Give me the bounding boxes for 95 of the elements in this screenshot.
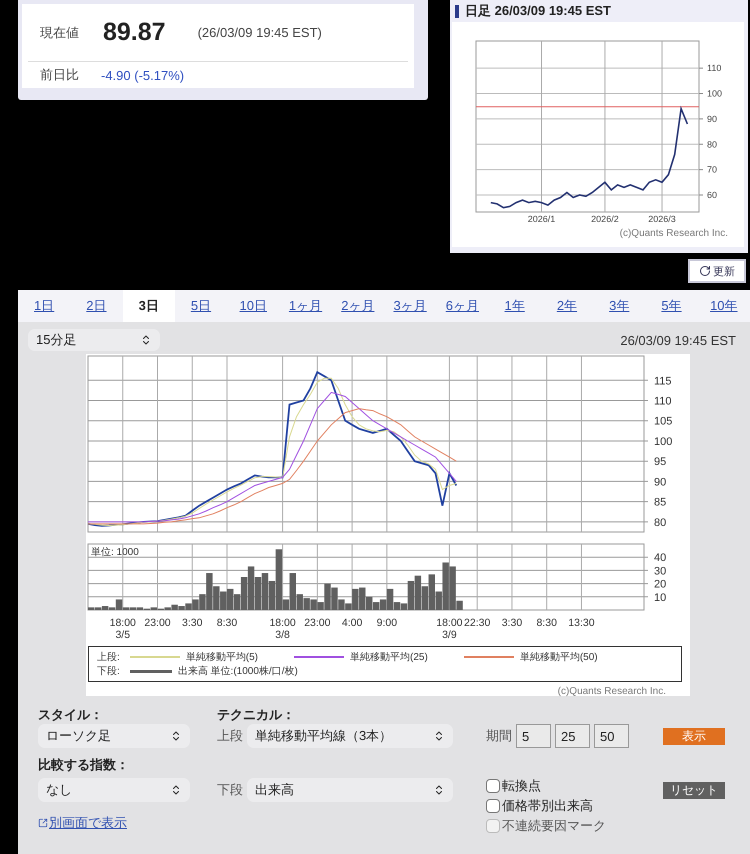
period-tab[interactable]: 2日 [70, 290, 123, 322]
lower-label: 下段 [217, 781, 243, 799]
axis-label: 105 [654, 416, 672, 428]
axis-label: 23:00 [304, 617, 330, 629]
legend-line-icon [294, 656, 344, 658]
chevron-icon [433, 730, 445, 742]
period-label: 期間 [486, 727, 512, 745]
axis-label: 40 [654, 552, 666, 564]
legend-label: 上段: [97, 650, 120, 664]
legend-text: 出来高 単位:(1000株/口/枚) [178, 664, 298, 678]
axis-label: 18:00 3/8 [269, 617, 296, 641]
current-price: 89.87 [103, 18, 166, 47]
period-input[interactable]: 25 [555, 724, 590, 748]
legend-line-icon [130, 670, 172, 672]
style-select[interactable]: ローソク足 [38, 724, 190, 748]
axis-label: 90 [707, 114, 718, 124]
period-input[interactable]: 5 [516, 724, 551, 748]
period-tab[interactable]: 2年 [540, 290, 594, 322]
chevron-icon [140, 334, 152, 346]
period-tab[interactable]: 2ヶ月 [332, 290, 384, 322]
axis-label: 95 [654, 456, 666, 468]
axis-label: 8:30 [536, 617, 557, 629]
compare-label: 比較する指数： [38, 756, 129, 774]
chevron-icon [170, 784, 182, 796]
refresh-icon [699, 265, 711, 277]
axis-label: 23:00 [144, 617, 171, 629]
period-tab[interactable]: 5日 [174, 290, 228, 322]
period-tab[interactable]: 3ヶ月 [384, 290, 436, 322]
chart-timestamp: 26/03/09 19:45 EST [620, 332, 736, 348]
axis-label: 85 [654, 496, 666, 509]
axis-label: 80 [654, 516, 666, 529]
price-timestamp: (26/03/09 19:45 EST) [198, 25, 322, 40]
legend-line-icon [130, 656, 180, 658]
axis-label: 60 [707, 190, 718, 200]
axis-label: 30 [654, 565, 666, 578]
axis-unit-label: 単位: 1000 [91, 547, 139, 558]
interval-select[interactable]: 15分足 [28, 329, 160, 351]
axis-label: 22:30 [464, 617, 490, 629]
legend-text: 単純移動平均(25) [350, 651, 428, 664]
period-tab[interactable]: 1日 [18, 290, 70, 322]
checkbox-option[interactable]: 価格帯別出来高 [486, 796, 593, 816]
period-tab[interactable]: 1ヶ月 [279, 290, 332, 322]
copyright-text: (c)Quants Research Inc. [558, 686, 666, 697]
price-change: -4.90 (-5.17%) [101, 68, 184, 82]
axis-label: 100 [654, 436, 672, 448]
legend-text: 単純移動平均(50) [520, 651, 598, 664]
period-tab[interactable]: 1年 [488, 290, 541, 322]
axis-label: 18:00 3/5 [110, 617, 136, 641]
axis-label: 13:30 [568, 617, 595, 629]
style-label: スタイル： [38, 706, 103, 724]
copyright-text: (c)Quants Research Inc. [620, 228, 728, 239]
header-marker-icon [455, 4, 459, 18]
axis-label: 2026/2 [591, 214, 619, 224]
axis-label: 110 [654, 396, 672, 408]
upper-indicator-select[interactable]: 単純移動平均線（3本） [247, 724, 453, 748]
compare-select[interactable]: なし [38, 778, 190, 802]
axis-label: 2026/3 [648, 214, 676, 224]
current-price-label: 現在値 [40, 24, 79, 42]
checkbox-option[interactable]: 転換点 [486, 776, 541, 796]
reset-button[interactable]: リセット [663, 782, 725, 798]
axis-label: 70 [707, 164, 718, 175]
window-icon [38, 818, 48, 828]
upper-label: 上段 [217, 727, 243, 745]
axis-label: 110 [707, 63, 722, 74]
lower-indicator-select[interactable]: 出来高 [247, 778, 453, 802]
axis-label: 3:30 [502, 617, 522, 629]
axis-label: 20 [654, 578, 666, 591]
axis-label: 115 [654, 375, 672, 388]
legend-label: 下段: [97, 665, 120, 678]
technical-label: テクニカル： [217, 706, 295, 724]
axis-label: 80 [707, 139, 718, 150]
axis-label: 10 [654, 592, 666, 604]
popup-link[interactable]: 別画面で表示 [38, 814, 127, 832]
axis-label: 100 [707, 88, 722, 99]
period-tab[interactable]: 6ヶ月 [436, 290, 489, 322]
axis-label: 8:30 [216, 617, 238, 629]
legend-text: 単純移動平均(5) [186, 651, 258, 664]
period-tab[interactable]: 10年 [698, 290, 750, 322]
period-tab[interactable]: 10日 [227, 290, 280, 322]
legend-line-icon [464, 656, 514, 658]
chevron-icon [433, 784, 445, 796]
panel-title: 日足 26/03/09 19:45 EST [465, 2, 611, 20]
refresh-button[interactable]: 更新 [688, 259, 746, 283]
axis-label: 18:00 3/9 [436, 617, 463, 641]
period-tab[interactable]: 5年 [645, 290, 698, 322]
axis-label: 4:00 [342, 617, 362, 629]
axis-label: 9:00 [376, 617, 398, 629]
change-label: 前日比 [40, 66, 79, 84]
period-tab[interactable]: 3日 [122, 290, 175, 322]
period-input[interactable]: 50 [594, 724, 629, 748]
axis-label: 90 [654, 476, 666, 488]
axis-label: 3:30 [182, 617, 202, 629]
chevron-icon [170, 730, 182, 742]
period-tab[interactable]: 3年 [593, 290, 646, 322]
axis-label: 2026/1 [528, 214, 556, 224]
